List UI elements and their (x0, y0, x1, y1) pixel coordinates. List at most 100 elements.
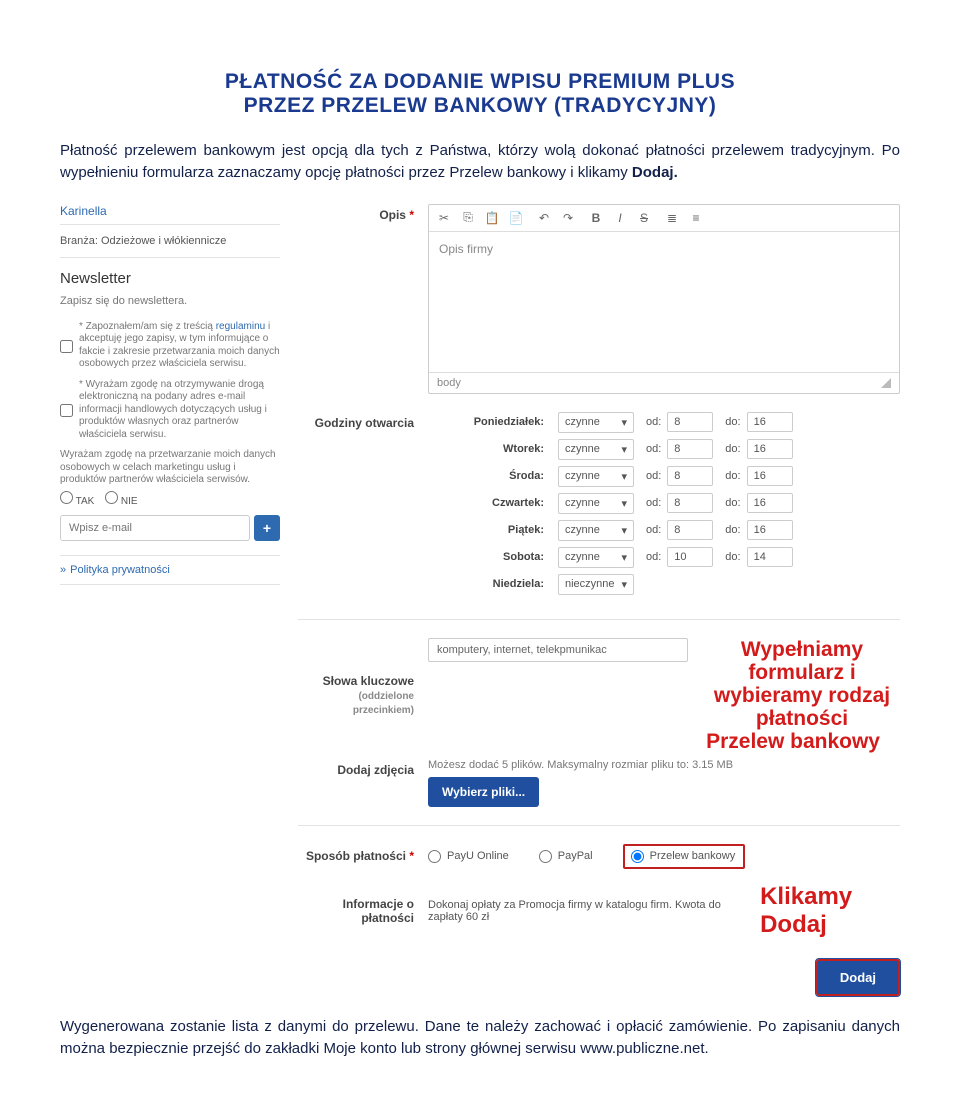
hours-from-input[interactable] (667, 439, 713, 459)
consent-checkbox-1: * Zapoznałem/am się z treścią regulaminu… (60, 317, 280, 375)
rich-text-editor: ✂ ⎘ 📋 📄 ↶ ↷ B I (428, 204, 900, 394)
consent-radio-row: TAK NIE (60, 489, 280, 515)
breadcrumb[interactable]: Karinella (60, 204, 280, 225)
resize-grip-icon[interactable] (881, 378, 891, 388)
copy-icon[interactable]: ⎘ (459, 209, 477, 227)
pay-option-paypal[interactable]: PayPal (539, 850, 593, 863)
hours-to-input[interactable] (747, 466, 793, 486)
hours-day-row: Piątek:czynne▾od:do: (428, 520, 900, 541)
pay-option-payu[interactable]: PayU Online (428, 850, 509, 863)
paste-plain-icon[interactable]: 📄 (507, 209, 525, 227)
pay-option-bank-transfer[interactable]: Przelew bankowy (623, 844, 746, 869)
row-keywords: Słowa kluczowe (oddzielone przecinkiem) … (298, 638, 900, 753)
bullet-list-icon[interactable]: ≣ (663, 209, 681, 227)
hours-to-label: do: (725, 470, 740, 482)
checkbox-marketing[interactable] (60, 380, 73, 442)
undo-icon[interactable]: ↶ (535, 209, 553, 227)
upload-button[interactable]: Wybierz pliki... (428, 777, 539, 807)
branch-label: Branża: (60, 235, 98, 247)
submit-row: Dodaj (298, 959, 900, 996)
hours-status-select[interactable]: czynne▾ (558, 547, 634, 568)
hours-to-input[interactable] (747, 412, 793, 432)
hours-from-input[interactable] (667, 493, 713, 513)
row-hours: Godziny otwarcia Poniedziałek:czynne▾od:… (298, 412, 900, 601)
submit-button[interactable]: Dodaj (816, 959, 900, 996)
hours-day-label: Sobota: (428, 551, 558, 563)
hours-status-select[interactable]: czynne▾ (558, 439, 634, 460)
hours-status-select[interactable]: czynne▾ (558, 520, 634, 541)
newsletter-heading: Newsletter (60, 258, 280, 295)
rte-toolbar: ✂ ⎘ 📋 📄 ↶ ↷ B I (429, 205, 899, 232)
label-photos: Dodaj zdjęcia (298, 759, 428, 777)
hours-to-input[interactable] (747, 493, 793, 513)
hours-from-label: od: (646, 443, 661, 455)
hours-from-input[interactable] (667, 466, 713, 486)
privacy-policy-link[interactable]: »Polityka prywatności (60, 555, 280, 585)
chevron-down-icon: ▾ (621, 497, 627, 510)
hours-day-row: Niedziela:nieczynne▾ (428, 574, 900, 595)
label-hours: Godziny otwarcia (298, 412, 428, 430)
hours-from-input[interactable] (667, 412, 713, 432)
hours-to-input[interactable] (747, 547, 793, 567)
row-payment-info: Informacje o płatności Dokonaj opłaty za… (298, 883, 900, 939)
label-keywords: Słowa kluczowe (oddzielone przecinkiem) (298, 674, 428, 716)
hours-from-label: od: (646, 524, 661, 536)
hours-from-input[interactable] (667, 520, 713, 540)
chevron-down-icon: ▾ (621, 443, 627, 456)
intro-paragraph: Płatność przelewem bankowym jest opcją d… (60, 140, 900, 184)
keywords-input[interactable] (428, 638, 688, 662)
hours-day-row: Sobota:czynne▾od:do: (428, 547, 900, 568)
terms-link[interactable]: regulaminu (216, 321, 265, 332)
sidebar: Karinella Branża: Odzieżowe i włókiennic… (60, 204, 280, 996)
chevron-down-icon: ▾ (621, 470, 627, 483)
hours-status-select[interactable]: czynne▾ (558, 412, 634, 433)
upload-note: Możesz dodać 5 plików. Maksymalny rozmia… (428, 759, 900, 771)
intro-bold: Dodaj. (632, 164, 678, 181)
doc-title-block: PŁATNOŚĆ ZA DODANIE WPISU PREMIUM PLUS P… (60, 70, 900, 118)
italic-icon[interactable]: I (611, 209, 629, 227)
radio-yes[interactable]: TAK (60, 496, 94, 507)
hours-day-row: Wtorek:czynne▾od:do: (428, 439, 900, 460)
chevron-right-icon: » (60, 564, 66, 576)
rte-path: body (437, 377, 461, 389)
consent-note: Wyrażam zgodę na przetwarzanie moich dan… (60, 445, 280, 489)
hours-to-label: do: (725, 497, 740, 509)
chevron-down-icon: ▾ (621, 578, 627, 591)
rte-footer: body (429, 372, 899, 393)
hours-from-label: od: (646, 497, 661, 509)
consent-text-1: * Zapoznałem/am się z treścią regulaminu… (79, 321, 280, 371)
row-photos: Dodaj zdjęcia Możesz dodać 5 plików. Mak… (298, 759, 900, 807)
hours-day-row: Czwartek:czynne▾ od: do: (428, 493, 900, 514)
hours-day-label: Czwartek: (428, 497, 558, 509)
consent-text-2: * Wyrażam zgodę na otrzymywanie drogą el… (79, 379, 280, 442)
radio-no[interactable]: NIE (105, 496, 137, 507)
hours-day-row: Poniedziałek:czynne▾od:do: (428, 412, 900, 433)
redo-icon[interactable]: ↷ (559, 209, 577, 227)
hours-status-select[interactable]: czynne▾ (558, 493, 634, 514)
hours-status-select[interactable]: nieczynne▾ (558, 574, 634, 595)
hours-from-input[interactable] (667, 547, 713, 567)
newsletter-email-input[interactable] (60, 515, 250, 541)
hours-day-label: Piątek: (428, 524, 558, 536)
hours-day-label: Wtorek: (428, 443, 558, 455)
hours-day-row: Środa:czynne▾od:do: (428, 466, 900, 487)
strike-icon[interactable]: S (635, 209, 653, 227)
doc-title-line1: PŁATNOŚĆ ZA DODANIE WPISU PREMIUM PLUS (60, 70, 900, 94)
chevron-down-icon: ▾ (621, 416, 627, 429)
paste-icon[interactable]: 📋 (483, 209, 501, 227)
consent-checkbox-2: * Wyrażam zgodę na otrzymywanie drogą el… (60, 375, 280, 446)
bold-icon[interactable]: B (587, 209, 605, 227)
hours-grid: Poniedziałek:czynne▾od:do:Wtorek:czynne▾… (428, 412, 900, 601)
checkbox-terms[interactable] (60, 322, 73, 371)
cut-icon[interactable]: ✂ (435, 209, 453, 227)
annotation-click-add: Klikamy Dodaj (760, 883, 900, 939)
row-description: Opis * ✂ ⎘ 📋 📄 ↶ (298, 204, 900, 394)
hours-to-input[interactable] (747, 439, 793, 459)
hours-status-select[interactable]: czynne▾ (558, 466, 634, 487)
newsletter-add-button[interactable]: + (254, 515, 280, 541)
rte-textarea[interactable]: Opis firmy (429, 232, 899, 372)
hours-to-input[interactable] (747, 520, 793, 540)
hours-day-label: Niedziela: (428, 578, 558, 590)
ordered-list-icon[interactable]: ≡ (687, 209, 705, 227)
label-payment: Sposób płatności * (298, 849, 428, 863)
